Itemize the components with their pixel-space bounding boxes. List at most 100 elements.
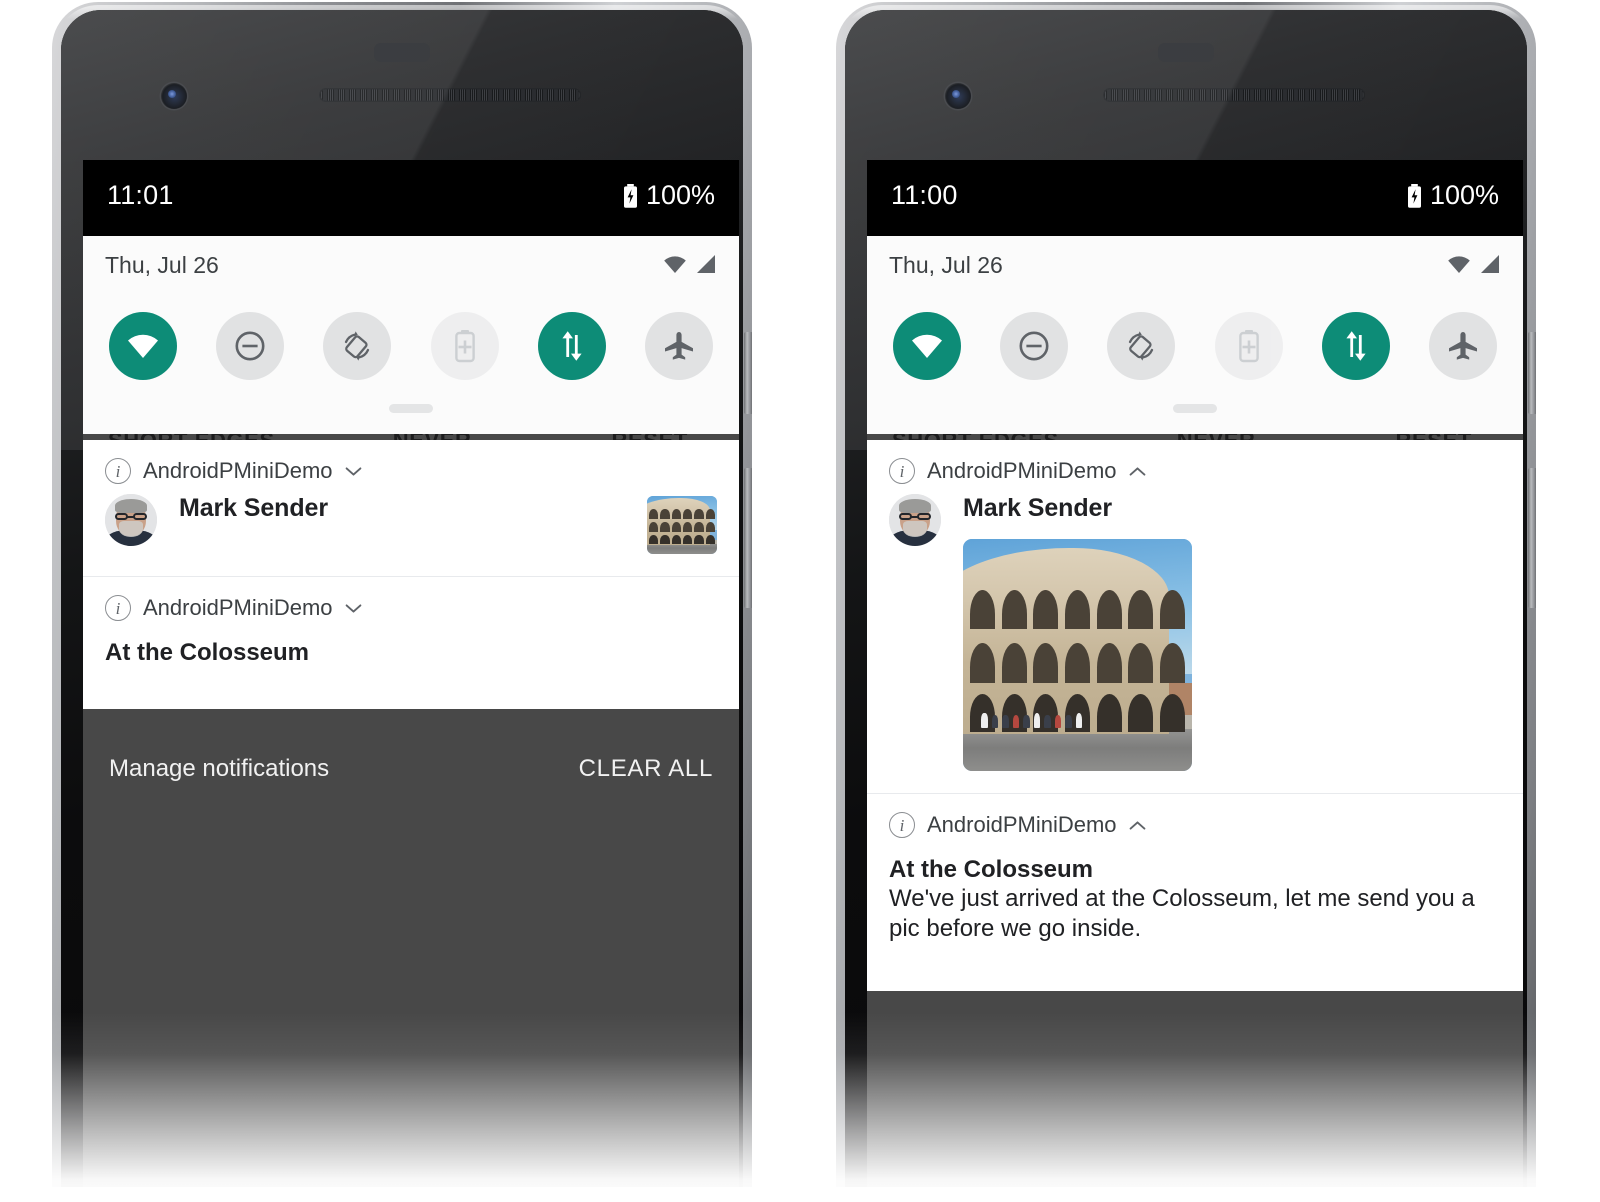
notification-app-name: AndroidPMiniDemo — [143, 458, 333, 483]
wifi-tile[interactable] — [893, 312, 961, 380]
quick-settings-tiles-left — [83, 292, 739, 400]
notification-messaging-collapsed[interactable]: i AndroidPMiniDemo Mark Sender — [83, 440, 739, 576]
battery-charging-icon — [623, 183, 637, 208]
auto-rotate-tile[interactable] — [323, 312, 392, 380]
proximity-sensor-icon — [1158, 43, 1214, 62]
quick-settings-header: Thu, Jul 26 — [83, 236, 739, 292]
phone-left: SHORT EDGES NEVER RESET 11:01 — [52, 0, 752, 1202]
earpiece-speaker-icon — [1103, 88, 1365, 102]
auto-rotate-tile[interactable] — [1107, 312, 1176, 380]
notification-stack-right: i AndroidPMiniDemo Mark Sender i Android… — [867, 440, 1523, 991]
airplane-icon — [1448, 332, 1477, 360]
mobile-data-tile[interactable] — [1321, 312, 1390, 380]
volume-rocker[interactable] — [1528, 468, 1536, 608]
notification-big-picture[interactable] — [963, 539, 1192, 771]
notification-body-text: We've just arrived at the Colosseum, let… — [889, 885, 1475, 943]
power-button[interactable] — [744, 332, 752, 414]
notification-stack-left: i AndroidPMiniDemo Mark Sender i Android… — [83, 440, 739, 709]
notification-header[interactable]: i AndroidPMiniDemo — [83, 440, 739, 484]
status-bar-left: 11:01 100% — [83, 160, 739, 236]
notification-sender: Mark Sender — [963, 494, 1112, 522]
notification-text-collapsed[interactable]: i AndroidPMiniDemo At the Colosseum — [83, 576, 739, 709]
status-right-group: 100% — [623, 180, 715, 211]
notification-body-row[interactable]: Mark Sender — [867, 484, 1523, 793]
quick-settings-date: Thu, Jul 26 — [105, 252, 219, 278]
battery-plus-icon — [1238, 330, 1259, 363]
volume-rocker[interactable] — [744, 468, 752, 608]
notification-text-block: At the Colosseum — [83, 621, 739, 709]
data-transfer-icon — [562, 331, 582, 361]
status-battery-percent: 100% — [1429, 180, 1499, 210]
proximity-sensor-icon — [374, 43, 430, 62]
screenshot-stage: SHORT EDGES NEVER RESET 11:01 — [0, 0, 1600, 1202]
avatar — [105, 494, 157, 546]
chevron-up-icon[interactable] — [1129, 466, 1146, 477]
chevron-up-icon[interactable] — [1129, 820, 1146, 831]
do-not-disturb-icon — [235, 331, 265, 361]
notification-messaging-expanded[interactable]: i AndroidPMiniDemo Mark Sender — [867, 440, 1523, 793]
info-icon[interactable]: i — [105, 458, 131, 484]
phone-body: SHORT EDGES NEVER RESET 11:01 — [52, 2, 752, 1187]
signal-icon — [1481, 255, 1499, 273]
battery-charging-icon — [1407, 183, 1421, 208]
phone-screen-right: SHORT EDGES NEVER RESET 11:00 — [867, 160, 1523, 1187]
shade-footer-left: Manage notifications CLEAR ALL — [83, 731, 739, 807]
info-icon[interactable]: i — [889, 458, 915, 484]
notification-text-block: At the Colosseum We've just arrived at t… — [867, 838, 1523, 991]
camera-lens-glint — [168, 90, 176, 98]
airplane-tile[interactable] — [1428, 312, 1497, 380]
auto-rotate-icon — [1129, 331, 1154, 361]
notification-app-name: AndroidPMiniDemo — [143, 595, 333, 620]
data-transfer-icon — [1346, 331, 1366, 361]
clear-all-button[interactable]: CLEAR ALL — [579, 755, 713, 783]
quick-settings-drag-handle[interactable] — [1173, 404, 1217, 413]
power-button[interactable] — [1528, 332, 1536, 414]
notification-header[interactable]: i AndroidPMiniDemo — [83, 577, 739, 621]
do-not-disturb-icon — [1019, 331, 1049, 361]
quick-settings-panel-right: Thu, Jul 26 — [867, 236, 1523, 434]
status-battery-percent: 100% — [645, 180, 715, 210]
mobile-data-tile[interactable] — [537, 312, 606, 380]
battery-saver-tile[interactable] — [430, 312, 499, 380]
chevron-down-icon[interactable] — [345, 466, 362, 477]
notification-body-row[interactable]: Mark Sender — [83, 484, 739, 576]
airplane-tile[interactable] — [644, 312, 713, 380]
phone-right: SHORT EDGES NEVER RESET 11:00 — [836, 0, 1536, 1202]
phone-bezel: SHORT EDGES NEVER RESET 11:01 — [61, 10, 743, 1187]
wifi-icon — [128, 334, 158, 358]
phone-body: SHORT EDGES NEVER RESET 11:00 — [836, 2, 1536, 1187]
info-icon[interactable]: i — [105, 595, 131, 621]
notification-app-name: AndroidPMiniDemo — [927, 812, 1117, 837]
earpiece-speaker-icon — [319, 88, 581, 102]
notification-sender: Mark Sender — [179, 494, 328, 522]
notification-text-expanded[interactable]: i AndroidPMiniDemo At the Colosseum We'v… — [867, 793, 1523, 991]
quick-settings-handle-wrap — [83, 400, 739, 434]
airplane-icon — [664, 332, 693, 360]
battery-saver-tile[interactable] — [1214, 312, 1283, 380]
notification-main: Mark Sender — [941, 494, 1501, 771]
signal-icon — [697, 255, 715, 273]
notification-header[interactable]: i AndroidPMiniDemo — [867, 440, 1523, 484]
camera-lens-glint — [952, 90, 960, 98]
quick-settings-header: Thu, Jul 26 — [867, 236, 1523, 292]
dnd-tile[interactable] — [1000, 312, 1069, 380]
auto-rotate-icon — [345, 331, 370, 361]
chevron-down-icon[interactable] — [345, 603, 362, 614]
info-icon[interactable]: i — [889, 812, 915, 838]
notification-header[interactable]: i AndroidPMiniDemo — [867, 794, 1523, 838]
quick-settings-status-icons — [1446, 254, 1501, 274]
quick-settings-status-icons — [662, 254, 717, 274]
notification-thumbnail[interactable] — [647, 496, 717, 554]
manage-notifications-button[interactable]: Manage notifications — [109, 755, 329, 783]
avatar — [889, 494, 941, 546]
wifi-icon — [664, 256, 686, 273]
wifi-icon — [1448, 256, 1470, 273]
quick-settings-drag-handle[interactable] — [389, 404, 433, 413]
dnd-tile[interactable] — [216, 312, 285, 380]
quick-settings-handle-wrap — [867, 400, 1523, 434]
status-bar-right: 11:00 100% — [867, 160, 1523, 236]
phone-screen-left: SHORT EDGES NEVER RESET 11:01 — [83, 160, 739, 1187]
notification-app-name: AndroidPMiniDemo — [927, 458, 1117, 483]
wifi-icon — [912, 334, 942, 358]
wifi-tile[interactable] — [109, 312, 177, 380]
